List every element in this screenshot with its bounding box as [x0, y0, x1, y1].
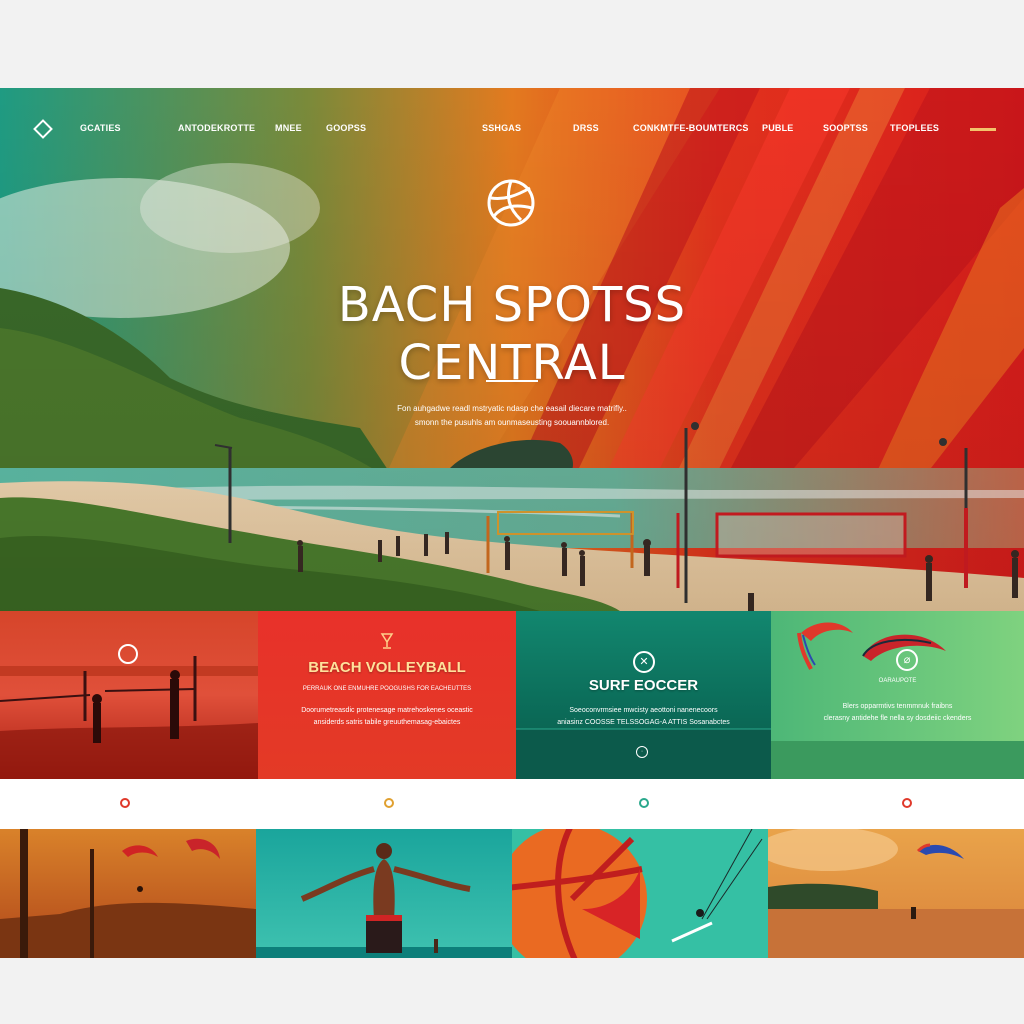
feature-text-line2: ansiderds satris tabile greuuthemasag-eb… — [313, 719, 461, 726]
feature-title-beach-volleyball: BEACH VOLLEYBALL — [308, 659, 466, 676]
kite-beach-image — [768, 829, 1024, 958]
gallery-image-man-beach[interactable] — [256, 829, 512, 958]
man-on-beach-image — [256, 829, 512, 958]
menu-toggle[interactable] — [970, 128, 996, 131]
volleyball-sunset-image — [0, 611, 258, 779]
nav-item-3[interactable]: MNEE — [275, 123, 302, 133]
gallery-image-kite-beach[interactable] — [768, 829, 1024, 958]
feature-text-surf-soccer: Soeoconvrmsiee mwcisty aeottoni naneneco… — [516, 705, 771, 729]
feature-card-beach-volleyball[interactable]: BEACH VOLLEYBALL PERRAUK ONE ENMUHRE POO… — [258, 611, 516, 779]
kitesurf-card-background — [771, 611, 1024, 779]
nav-item-8[interactable]: PUBLE — [762, 123, 794, 133]
feature-title-surf-soccer: SURF EOCCER — [588, 677, 699, 694]
gallery-image-kites-sunset[interactable] — [0, 829, 256, 958]
hero-subtitle-line2: smonn the pusuhls am ounmaseusting sooua… — [414, 418, 610, 427]
nav-item-7[interactable]: CONKMTFE-BOUMTERCS — [633, 123, 749, 133]
trophy-icon — [380, 633, 394, 649]
kites-sunset-image — [0, 829, 256, 958]
strip-dot-teal[interactable] — [639, 798, 649, 808]
nav-item-10[interactable]: TFOPLEES — [890, 123, 939, 133]
pagination-strip — [0, 779, 1024, 829]
nav-item-1[interactable]: GCATIES — [80, 123, 121, 133]
feature-row: BEACH VOLLEYBALL PERRAUK ONE ENMUHRE POO… — [0, 611, 1024, 779]
soccer-icon: ✕ — [633, 651, 655, 673]
nav-item-2[interactable]: ANTODEKROTTE — [178, 123, 255, 133]
hero-title: BACH SPOTSS CENTRAL — [0, 276, 1024, 392]
feature-text-beach-volleyball: Doorumetreasdic protenesage matrehoskene… — [258, 705, 516, 729]
strip-dot-red[interactable] — [120, 798, 130, 808]
feature-tagline-kitesurf: OARAUPOTE — [878, 678, 917, 684]
gallery-image-volleyball-kite[interactable] — [512, 829, 768, 958]
nav-item-4[interactable]: GOOPSS — [326, 123, 366, 133]
page-frame: GCATIES ANTODEKROTTE MNEE GOOPSS SSHGAS … — [0, 88, 1024, 958]
feature-text-line2: aniasinz COOSSE TELSSOGAG-A ATTIS Sosana… — [557, 719, 730, 726]
volleyball-and-kiter-image — [512, 829, 768, 958]
feature-text-kitesurf: Blers opparmtivs tenmmnuk fraibns cleras… — [771, 701, 1024, 725]
hero-title-line2: CENTRAL — [398, 335, 626, 392]
hero-title-line1: BACH SPOTSS — [337, 277, 687, 334]
small-circle-icon: · — [636, 746, 648, 758]
hero-subtitle: Fon auhgadwe readl mstryatic ndasp che e… — [0, 402, 1024, 430]
feature-tagline-beach-volleyball: PERRAUK ONE ENMUHRE POOGUSHS FOR EACHEUT… — [302, 686, 472, 692]
top-navigation: GCATIES ANTODEKROTTE MNEE GOOPSS SSHGAS … — [0, 118, 1024, 142]
feature-text-line2: clerasny antidehe fle nella sy dosdeiic … — [823, 715, 972, 722]
feature-card-kitesurf[interactable]: ⌀ OARAUPOTE Blers opparmtivs tenmmnuk fr… — [771, 611, 1024, 779]
feature-image-volleyball[interactable] — [0, 611, 258, 779]
feature-text-line1: Soeoconvrmsiee mwcisty aeottoni naneneco… — [569, 707, 718, 714]
feature-text-line1: Doorumetreasdic protenesage matrehoskene… — [301, 707, 473, 714]
hero-divider — [486, 380, 538, 382]
strip-dot-orange[interactable] — [384, 798, 394, 808]
feature-text-line1: Blers opparmtivs tenmmnuk fraibns — [842, 703, 953, 710]
nav-item-6[interactable]: DRSS — [573, 123, 599, 133]
diamond-logo-icon[interactable] — [33, 119, 53, 139]
strip-dot-red-2[interactable] — [902, 798, 912, 808]
gallery-row — [0, 829, 1024, 958]
kite-icon: ⌀ — [896, 649, 918, 671]
nav-item-5[interactable]: SSHGAS — [482, 123, 521, 133]
nav-item-9[interactable]: SOOPTSS — [823, 123, 868, 133]
hero-subtitle-line1: Fon auhgadwe readl mstryatic ndasp che e… — [397, 404, 627, 413]
feature-card-surf-soccer[interactable]: ✕ SURF EOCCER Soeoconvrmsiee mwcisty aeo… — [516, 611, 771, 779]
hero-banner: GCATIES ANTODEKROTTE MNEE GOOPSS SSHGAS … — [0, 88, 1024, 611]
volleyball-icon — [487, 179, 535, 227]
